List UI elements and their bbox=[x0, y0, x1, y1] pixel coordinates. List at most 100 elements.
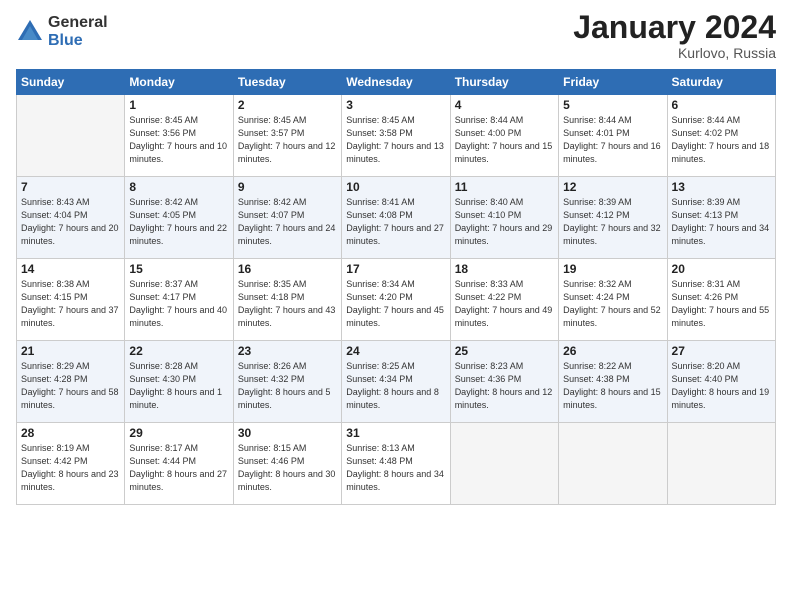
day-number: 5 bbox=[563, 98, 662, 112]
week-row-4: 21Sunrise: 8:29 AMSunset: 4:28 PMDayligh… bbox=[17, 341, 776, 423]
logo: General Blue bbox=[16, 14, 108, 49]
day-number: 22 bbox=[129, 344, 228, 358]
day-number: 2 bbox=[238, 98, 337, 112]
day-number: 25 bbox=[455, 344, 554, 358]
day-number: 16 bbox=[238, 262, 337, 276]
header: General Blue January 2024 Kurlovo, Russi… bbox=[16, 10, 776, 61]
day-number: 24 bbox=[346, 344, 445, 358]
day-cell bbox=[667, 423, 775, 505]
day-cell: 21Sunrise: 8:29 AMSunset: 4:28 PMDayligh… bbox=[17, 341, 125, 423]
day-cell bbox=[17, 95, 125, 177]
day-cell: 5 Sunrise: 8:44 AMSunset: 4:01 PMDaylight… bbox=[559, 95, 667, 177]
logo-text: General Blue bbox=[48, 14, 108, 49]
header-sunday: Sunday bbox=[17, 70, 125, 95]
day-cell: 13Sunrise: 8:39 AMSunset: 4:13 PMDayligh… bbox=[667, 177, 775, 259]
day-number: 19 bbox=[563, 262, 662, 276]
logo-icon bbox=[16, 18, 44, 46]
week-row-5: 28 Sunrise: 8:19 AMSunset: 4:42 PMDayligh… bbox=[17, 423, 776, 505]
header-friday: Friday bbox=[559, 70, 667, 95]
day-cell: 31Sunrise: 8:13 AMSunset: 4:48 PMDayligh… bbox=[342, 423, 450, 505]
day-info: Sunrise: 8:37 AMSunset: 4:17 PMDaylight:… bbox=[129, 278, 228, 330]
header-thursday: Thursday bbox=[450, 70, 558, 95]
day-number: 23 bbox=[238, 344, 337, 358]
day-info: Sunrise: 8:44 AMSunset: 4:02 PMDaylight:… bbox=[672, 114, 771, 166]
day-number: 10 bbox=[346, 180, 445, 194]
calendar-title: January 2024 bbox=[573, 10, 776, 45]
day-info: Sunrise: 8:42 AMSunset: 4:07 PMDaylight:… bbox=[238, 196, 337, 248]
calendar-subtitle: Kurlovo, Russia bbox=[573, 45, 776, 61]
day-cell: 27 Sunrise: 8:20 AMSunset: 4:40 PMDayligh… bbox=[667, 341, 775, 423]
day-cell: 4 Sunrise: 8:44 AMSunset: 4:00 PMDaylight… bbox=[450, 95, 558, 177]
day-cell: 3 Sunrise: 8:45 AMSunset: 3:58 PMDaylight… bbox=[342, 95, 450, 177]
day-number: 6 bbox=[672, 98, 771, 112]
day-number: 8 bbox=[129, 180, 228, 194]
day-number: 30 bbox=[238, 426, 337, 440]
day-cell: 11Sunrise: 8:40 AMSunset: 4:10 PMDayligh… bbox=[450, 177, 558, 259]
day-cell: 19Sunrise: 8:32 AMSunset: 4:24 PMDayligh… bbox=[559, 259, 667, 341]
day-info: Sunrise: 8:41 AMSunset: 4:08 PMDaylight:… bbox=[346, 196, 445, 248]
day-info: Sunrise: 8:15 AMSunset: 4:46 PMDaylight:… bbox=[238, 442, 337, 494]
day-number: 12 bbox=[563, 180, 662, 194]
day-number: 3 bbox=[346, 98, 445, 112]
day-cell: 6 Sunrise: 8:44 AMSunset: 4:02 PMDaylight… bbox=[667, 95, 775, 177]
day-cell: 26Sunrise: 8:22 AMSunset: 4:38 PMDayligh… bbox=[559, 341, 667, 423]
day-info: Sunrise: 8:45 AMSunset: 3:56 PMDaylight:… bbox=[129, 114, 228, 166]
day-cell: 2 Sunrise: 8:45 AMSunset: 3:57 PMDaylight… bbox=[233, 95, 341, 177]
day-number: 1 bbox=[129, 98, 228, 112]
day-info: Sunrise: 8:17 AMSunset: 4:44 PMDaylight:… bbox=[129, 442, 228, 494]
day-number: 13 bbox=[672, 180, 771, 194]
week-row-2: 7Sunrise: 8:43 AMSunset: 4:04 PMDaylight… bbox=[17, 177, 776, 259]
day-info: Sunrise: 8:40 AMSunset: 4:10 PMDaylight:… bbox=[455, 196, 554, 248]
day-info: Sunrise: 8:42 AMSunset: 4:05 PMDaylight:… bbox=[129, 196, 228, 248]
day-cell: 15Sunrise: 8:37 AMSunset: 4:17 PMDayligh… bbox=[125, 259, 233, 341]
day-cell: 25 Sunrise: 8:23 AMSunset: 4:36 PMDayligh… bbox=[450, 341, 558, 423]
day-cell: 9Sunrise: 8:42 AMSunset: 4:07 PMDaylight… bbox=[233, 177, 341, 259]
day-info: Sunrise: 8:45 AMSunset: 3:57 PMDaylight:… bbox=[238, 114, 337, 166]
day-info: Sunrise: 8:44 AMSunset: 4:00 PMDaylight:… bbox=[455, 114, 554, 166]
week-row-3: 14 Sunrise: 8:38 AMSunset: 4:15 PMDayligh… bbox=[17, 259, 776, 341]
header-saturday: Saturday bbox=[667, 70, 775, 95]
day-info: Sunrise: 8:26 AMSunset: 4:32 PMDaylight:… bbox=[238, 360, 337, 412]
day-info: Sunrise: 8:45 AMSunset: 3:58 PMDaylight:… bbox=[346, 114, 445, 166]
day-info: Sunrise: 8:19 AMSunset: 4:42 PMDaylight:… bbox=[21, 442, 120, 494]
day-number: 28 bbox=[21, 426, 120, 440]
day-info: Sunrise: 8:35 AMSunset: 4:18 PMDaylight:… bbox=[238, 278, 337, 330]
day-cell bbox=[450, 423, 558, 505]
day-number: 26 bbox=[563, 344, 662, 358]
day-cell: 28 Sunrise: 8:19 AMSunset: 4:42 PMDayligh… bbox=[17, 423, 125, 505]
day-number: 21 bbox=[21, 344, 120, 358]
day-info: Sunrise: 8:43 AMSunset: 4:04 PMDaylight:… bbox=[21, 196, 120, 248]
day-cell: 24 Sunrise: 8:25 AMSunset: 4:34 PMDayligh… bbox=[342, 341, 450, 423]
day-cell: 29Sunrise: 8:17 AMSunset: 4:44 PMDayligh… bbox=[125, 423, 233, 505]
logo-blue: Blue bbox=[48, 32, 108, 50]
day-info: Sunrise: 8:38 AMSunset: 4:15 PMDaylight:… bbox=[21, 278, 120, 330]
day-number: 4 bbox=[455, 98, 554, 112]
day-info: Sunrise: 8:20 AMSunset: 4:40 PMDaylight:… bbox=[672, 360, 771, 412]
day-cell: 12 Sunrise: 8:39 AMSunset: 4:12 PMDayligh… bbox=[559, 177, 667, 259]
day-number: 14 bbox=[21, 262, 120, 276]
header-tuesday: Tuesday bbox=[233, 70, 341, 95]
day-cell: 30 Sunrise: 8:15 AMSunset: 4:46 PMDayligh… bbox=[233, 423, 341, 505]
day-cell: 7Sunrise: 8:43 AMSunset: 4:04 PMDaylight… bbox=[17, 177, 125, 259]
day-number: 31 bbox=[346, 426, 445, 440]
day-number: 27 bbox=[672, 344, 771, 358]
day-info: Sunrise: 8:28 AMSunset: 4:30 PMDaylight:… bbox=[129, 360, 228, 412]
day-number: 20 bbox=[672, 262, 771, 276]
header-wednesday: Wednesday bbox=[342, 70, 450, 95]
day-cell: 1 Sunrise: 8:45 AMSunset: 3:56 PMDaylight… bbox=[125, 95, 233, 177]
day-info: Sunrise: 8:23 AMSunset: 4:36 PMDaylight:… bbox=[455, 360, 554, 412]
day-cell: 16 Sunrise: 8:35 AMSunset: 4:18 PMDayligh… bbox=[233, 259, 341, 341]
day-number: 17 bbox=[346, 262, 445, 276]
day-cell: 14 Sunrise: 8:38 AMSunset: 4:15 PMDayligh… bbox=[17, 259, 125, 341]
day-info: Sunrise: 8:25 AMSunset: 4:34 PMDaylight:… bbox=[346, 360, 445, 412]
day-info: Sunrise: 8:33 AMSunset: 4:22 PMDaylight:… bbox=[455, 278, 554, 330]
day-cell: 23 Sunrise: 8:26 AMSunset: 4:32 PMDayligh… bbox=[233, 341, 341, 423]
day-info: Sunrise: 8:44 AMSunset: 4:01 PMDaylight:… bbox=[563, 114, 662, 166]
day-cell: 10 Sunrise: 8:41 AMSunset: 4:08 PMDayligh… bbox=[342, 177, 450, 259]
day-info: Sunrise: 8:39 AMSunset: 4:12 PMDaylight:… bbox=[563, 196, 662, 248]
title-block: January 2024 Kurlovo, Russia bbox=[573, 10, 776, 61]
day-info: Sunrise: 8:34 AMSunset: 4:20 PMDaylight:… bbox=[346, 278, 445, 330]
day-number: 18 bbox=[455, 262, 554, 276]
day-cell: 17 Sunrise: 8:34 AMSunset: 4:20 PMDayligh… bbox=[342, 259, 450, 341]
day-cell: 8 Sunrise: 8:42 AMSunset: 4:05 PMDaylight… bbox=[125, 177, 233, 259]
